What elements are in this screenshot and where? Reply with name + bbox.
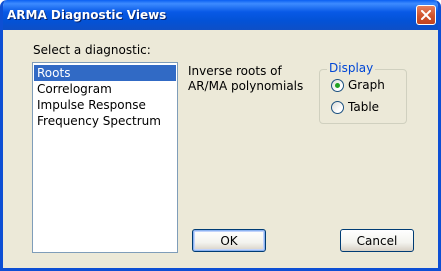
diagnostic-listbox[interactable]: Roots Correlogram Impulse Response Frequ… xyxy=(32,62,178,253)
close-icon xyxy=(421,10,431,20)
description-line-2: AR/MA polynomials xyxy=(188,79,304,93)
radio-table-label: Table xyxy=(348,100,380,114)
close-button[interactable] xyxy=(416,5,436,25)
list-item-roots[interactable]: Roots xyxy=(34,65,176,81)
radio-unchecked-icon[interactable] xyxy=(331,100,344,114)
list-item-impulse-response[interactable]: Impulse Response xyxy=(34,97,176,113)
diagnostic-description: Inverse roots of AR/MA polynomials xyxy=(188,64,313,94)
window-title: ARMA Diagnostic Views xyxy=(7,8,167,22)
title-bar[interactable]: ARMA Diagnostic Views xyxy=(3,0,438,30)
radio-checked-icon[interactable] xyxy=(331,78,344,92)
diagnostic-label: Select a diagnostic: xyxy=(33,43,151,57)
display-legend: Display xyxy=(327,61,376,75)
ok-button[interactable]: OK xyxy=(192,229,266,252)
radio-graph[interactable]: Graph xyxy=(331,77,385,93)
list-item-frequency-spectrum[interactable]: Frequency Spectrum xyxy=(34,113,176,129)
cancel-button[interactable]: Cancel xyxy=(340,229,414,252)
radio-graph-label: Graph xyxy=(348,78,385,92)
radio-table[interactable]: Table xyxy=(331,99,379,115)
list-item-correlogram[interactable]: Correlogram xyxy=(34,81,176,97)
description-line-1: Inverse roots of xyxy=(188,64,282,78)
